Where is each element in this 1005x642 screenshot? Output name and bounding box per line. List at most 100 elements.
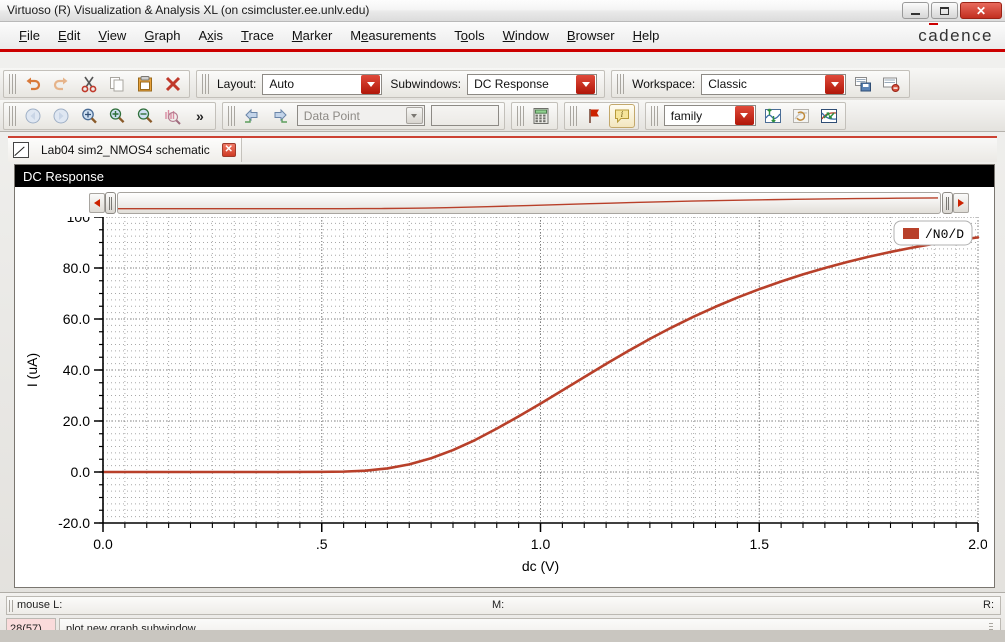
info-balloon-icon: i [614, 109, 629, 123]
zoom-in-button[interactable] [104, 104, 130, 128]
annotation-toolbar-group: i [563, 101, 639, 130]
forward-button[interactable] [48, 104, 74, 128]
info-balloon-button[interactable]: i [608, 103, 635, 128]
cadence-logo: cadence [918, 23, 993, 45]
x-axis-title: dc (V) [522, 558, 559, 574]
toolbar-gripper[interactable] [9, 105, 16, 126]
chevron-down-icon[interactable] [405, 107, 423, 124]
legend-entry-label: /N0/D [925, 227, 964, 242]
menu-help[interactable]: Help [624, 25, 669, 46]
next-marker-button[interactable] [267, 104, 293, 128]
subwindows-combo[interactable]: DC Response [467, 73, 598, 95]
delete-workspace-button[interactable] [878, 72, 904, 96]
toolbar-gripper[interactable] [569, 105, 577, 126]
zoom-out-button[interactable] [132, 104, 158, 128]
subwindows-combo-value: DC Response [474, 77, 549, 91]
flag-button[interactable] [581, 104, 607, 128]
prev-marker-button[interactable] [239, 104, 265, 128]
menu-view[interactable]: View [89, 25, 135, 46]
mouse-right-label: R: [983, 599, 994, 611]
graph-title: DC Response [15, 165, 994, 187]
y-axis-tick-label: 0.0 [71, 464, 91, 480]
family-combo[interactable]: family [663, 105, 756, 126]
zoom-fit-button[interactable] [76, 104, 102, 128]
menu-marker[interactable]: Marker [283, 25, 341, 46]
layout-combo[interactable]: Auto [262, 73, 383, 95]
close-button[interactable]: ✕ [960, 2, 1002, 19]
scrollbar-trace-preview [118, 197, 938, 210]
workspace-combo[interactable]: Classic [701, 73, 847, 95]
swap-axes-button[interactable] [788, 104, 814, 128]
scrollbar-trough[interactable] [117, 192, 941, 214]
layout-label: Layout: [217, 77, 257, 91]
menu-edit[interactable]: Edit [49, 25, 89, 46]
y-axis-title: I (uA) [24, 353, 40, 387]
window-title: Virtuoso (R) Visualization & Analysis XL… [7, 3, 370, 17]
cross-plot-icon [820, 108, 837, 123]
zoom-waveform-button[interactable] [160, 104, 186, 128]
maximize-icon [940, 6, 949, 15]
flag-icon [588, 108, 599, 123]
calculator-button[interactable] [528, 104, 554, 128]
chevron-down-icon[interactable] [734, 106, 754, 125]
undo-button[interactable] [20, 72, 46, 96]
paste-button[interactable] [132, 72, 158, 96]
redo-button[interactable] [48, 72, 74, 96]
scroll-right-button[interactable] [953, 193, 969, 213]
strip-chart-button[interactable] [760, 104, 786, 128]
next-marker-icon [274, 108, 287, 123]
cut-button[interactable] [76, 72, 102, 96]
marker-mode-value: Data Point [303, 108, 360, 123]
x-axis-tick-label: 0.0 [93, 536, 113, 552]
maximize-button[interactable] [931, 2, 958, 19]
zoom-fit-icon [82, 108, 97, 123]
y-axis-tick-label: 60.0 [63, 311, 90, 327]
forward-icon [53, 108, 69, 123]
toolbar-gripper[interactable] [227, 105, 235, 126]
menu-tools[interactable]: Tools [445, 25, 493, 46]
plot-area[interactable]: -20.0 0.0 20.0 40.0 60.0 80.0 100 I (uA) 0.0.5 1.… [23, 209, 988, 583]
menu-graph[interactable]: Graph [135, 25, 189, 46]
toolbar-gripper[interactable] [9, 74, 16, 94]
marker-toolbar-group: Data Point [221, 101, 505, 130]
marker-mode-combo[interactable]: Data Point [296, 105, 425, 126]
menu-browser[interactable]: Browser [558, 25, 624, 46]
mouse-bindings-bar: mouse L: M: R: [6, 596, 1001, 615]
save-workspace-button[interactable] [850, 72, 876, 96]
toolbar-row-1: Layout: Auto Subwindows: DC Response Wor… [0, 68, 1005, 100]
scroll-left-button[interactable] [89, 193, 105, 213]
calculator-toolbar-group [510, 101, 558, 130]
marker-text-input[interactable] [430, 105, 499, 126]
delete-button[interactable] [160, 72, 186, 96]
scrollbar-right-grip[interactable] [942, 192, 953, 214]
tab-close-icon[interactable]: ✕ [221, 143, 236, 157]
toolbar-overflow-button[interactable]: » [187, 108, 213, 124]
toolbar-row-2: » Data Point i family [0, 100, 1005, 132]
chevron-down-icon[interactable] [361, 74, 381, 94]
toolbar-gripper[interactable] [617, 74, 625, 94]
statusbar-gripper[interactable] [9, 600, 15, 612]
copy-button[interactable] [104, 72, 130, 96]
scrollbar-left-grip[interactable] [105, 192, 116, 214]
calculator-icon [533, 107, 549, 124]
toolbar-gripper[interactable] [650, 105, 658, 126]
menu-window[interactable]: Window [494, 25, 558, 46]
horizontal-scrollbar[interactable] [89, 191, 969, 215]
menu-file[interactable]: File [10, 25, 49, 46]
minimize-icon [911, 12, 920, 15]
legend[interactable]: /N0/D [893, 220, 973, 246]
family-combo-value: family [670, 108, 703, 123]
cross-plot-button[interactable] [816, 104, 842, 128]
chevron-down-icon[interactable] [825, 74, 845, 94]
tab-lab04-sim2-nmos4-schematic[interactable]: Lab04 sim2_NMOS4 schematic ✕ [8, 138, 242, 162]
x-axis-tick-label: 2.0 [968, 536, 987, 552]
menu-measurements[interactable]: Measurements [341, 25, 445, 46]
toolbar-gripper[interactable] [516, 105, 524, 126]
chevron-down-icon[interactable] [576, 74, 596, 94]
toolbar-gripper[interactable] [202, 74, 209, 94]
back-button[interactable] [20, 104, 46, 128]
menu-trace[interactable]: Trace [232, 25, 283, 46]
layout-combo-value: Auto [269, 77, 295, 91]
minimize-button[interactable] [902, 2, 929, 19]
menu-axis[interactable]: Axis [189, 25, 232, 46]
